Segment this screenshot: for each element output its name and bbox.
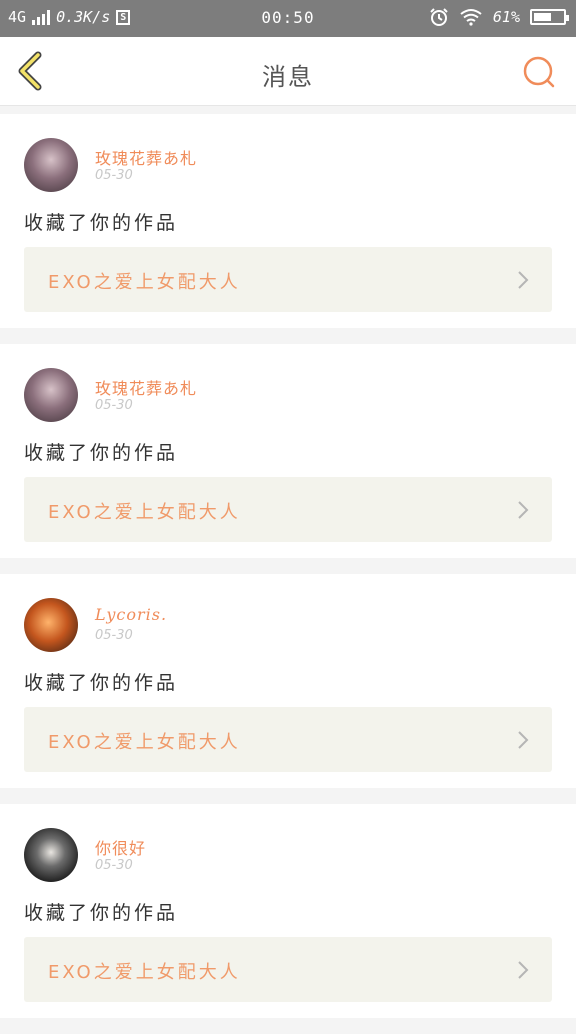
message-card: 你很好 05-30 收藏了你的作品 EXO之爱上女配大人 bbox=[0, 804, 576, 1018]
chevron-right-icon bbox=[518, 731, 529, 749]
message-date: 05-30 bbox=[95, 168, 133, 183]
username[interactable]: 你很好 bbox=[95, 835, 146, 859]
work-title: EXO之爱上女配大人 bbox=[48, 502, 241, 523]
username[interactable]: 玫瑰花葬あ札 bbox=[95, 375, 197, 399]
username[interactable]: 玫瑰花葬あ札 bbox=[95, 145, 197, 169]
avatar[interactable] bbox=[24, 368, 78, 422]
action-text: 收藏了你的作品 bbox=[24, 212, 179, 234]
message-card: 玫瑰花葬あ札 05-30 收藏了你的作品 EXO之爱上女配大人 bbox=[0, 344, 576, 558]
work-link[interactable]: EXO之爱上女配大人 bbox=[24, 477, 552, 542]
message-feed: 玫瑰花葬あ札 05-30 收藏了你的作品 EXO之爱上女配大人 玫瑰花葬あ札 0… bbox=[0, 114, 576, 1034]
message-date: 05-30 bbox=[95, 858, 133, 873]
action-text: 收藏了你的作品 bbox=[24, 672, 179, 694]
wifi-icon bbox=[460, 9, 482, 26]
page-title: 消息 bbox=[262, 63, 314, 91]
work-link[interactable]: EXO之爱上女配大人 bbox=[24, 937, 552, 1002]
avatar[interactable] bbox=[24, 138, 78, 192]
action-text: 收藏了你的作品 bbox=[24, 902, 179, 924]
battery-percent: 61% bbox=[492, 8, 520, 26]
username[interactable]: Lycoris. bbox=[95, 605, 167, 624]
message-date: 05-30 bbox=[95, 398, 133, 413]
chevron-right-icon bbox=[518, 501, 529, 519]
message-card: 玫瑰花葬あ札 05-30 收藏了你的作品 EXO之爱上女配大人 bbox=[0, 114, 576, 328]
alarm-icon bbox=[430, 8, 448, 26]
work-title: EXO之爱上女配大人 bbox=[48, 272, 241, 293]
chevron-right-icon bbox=[518, 961, 529, 979]
work-title: EXO之爱上女配大人 bbox=[48, 962, 241, 983]
work-link[interactable]: EXO之爱上女配大人 bbox=[24, 707, 552, 772]
action-text: 收藏了你的作品 bbox=[24, 442, 179, 464]
avatar[interactable] bbox=[24, 598, 78, 652]
work-title: EXO之爱上女配大人 bbox=[48, 732, 241, 753]
status-right: 61% bbox=[429, 7, 569, 27]
search-icon[interactable] bbox=[522, 55, 556, 89]
message-card: Lycoris. 05-30 收藏了你的作品 EXO之爱上女配大人 bbox=[0, 574, 576, 788]
nav-bar: 消息 bbox=[0, 37, 576, 106]
battery-icon bbox=[530, 9, 569, 25]
message-date: 05-30 bbox=[95, 628, 133, 643]
avatar[interactable] bbox=[24, 828, 78, 882]
work-link[interactable]: EXO之爱上女配大人 bbox=[24, 247, 552, 312]
chevron-right-icon bbox=[518, 271, 529, 289]
status-bar: 4G 0.3K/s S 00:50 61% bbox=[0, 0, 576, 37]
